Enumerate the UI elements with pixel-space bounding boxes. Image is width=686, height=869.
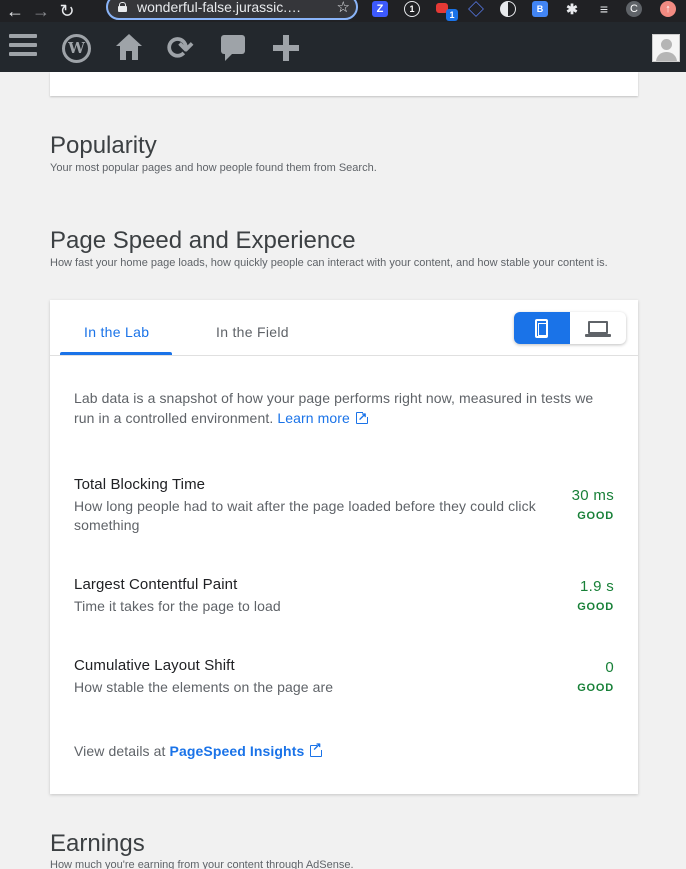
metric-value: 30 ms (571, 487, 614, 504)
metric-name: Largest Contentful Paint (74, 576, 238, 593)
external-link-icon[interactable] (310, 740, 325, 757)
puzzle-extensions-icon[interactable]: ✱ (564, 1, 580, 17)
previous-card (50, 72, 638, 96)
mobile-toggle-button[interactable] (514, 312, 570, 344)
profile-avatar[interactable]: C (626, 1, 642, 17)
wordpress-logo-icon[interactable]: W (62, 34, 91, 63)
update-icon[interactable]: ↑ (660, 1, 676, 17)
browser-toolbar: ← → ↻ wonderful-false.jurassic.… ☆ Z 1 1… (0, 0, 686, 22)
translate-extension-icon[interactable]: B (532, 1, 548, 17)
metric-value: 0 (605, 659, 614, 676)
metric-description: How stable the elements on the page are (74, 679, 334, 695)
device-toggle (514, 312, 626, 344)
metric-status-badge: GOOD (577, 510, 614, 522)
comment-icon[interactable] (221, 34, 245, 62)
page-speed-description: How fast your home page loads, how quick… (50, 257, 608, 269)
metric-value: 1.9 s (579, 578, 614, 595)
password-manager-extension-icon[interactable]: 1 (404, 1, 420, 17)
laptop-icon (585, 321, 611, 337)
reload-icon[interactable]: ↻ (56, 0, 78, 22)
page-speed-title: Page Speed and Experience (50, 227, 356, 254)
metric-status-badge: GOOD (577, 601, 614, 613)
lab-intro: Lab data is a snapshot of how your page … (74, 388, 614, 428)
extension-badge: 1 (446, 9, 458, 21)
view-details-text: View details at (74, 743, 166, 759)
back-arrow-icon[interactable]: ← (4, 0, 26, 22)
menu-icon[interactable] (9, 34, 37, 62)
metric-largest-contentful-paint: Largest Contentful Paint Time it takes f… (74, 576, 614, 616)
pagespeed-insights-link[interactable]: PageSpeed Insights (170, 743, 305, 759)
refresh-icon[interactable]: ⟳ (163, 32, 197, 64)
popularity-description: Your most popular pages and how people f… (50, 162, 377, 174)
tab-in-the-field[interactable]: In the Field (216, 324, 289, 340)
metric-name: Cumulative Layout Shift (74, 657, 235, 674)
learn-more-link[interactable]: Learn more (277, 410, 350, 426)
dark-mode-extension-icon[interactable] (500, 1, 516, 17)
earnings-description: How much you're earning from your conten… (50, 859, 354, 869)
external-link-icon[interactable] (355, 407, 370, 427)
bookmark-star-icon[interactable]: ☆ (337, 0, 350, 16)
metric-description: Time it takes for the page to load (74, 598, 281, 614)
active-tab-indicator (60, 352, 172, 355)
media-controls-icon[interactable]: ≡ (596, 1, 612, 17)
earnings-title: Earnings (50, 830, 145, 857)
popularity-title: Popularity (50, 132, 157, 159)
smartphone-icon (535, 319, 548, 338)
zotero-extension-icon[interactable]: Z (372, 1, 388, 17)
metric-total-blocking-time: Total Blocking Time How long people had … (74, 476, 614, 536)
metric-name: Total Blocking Time (74, 476, 206, 493)
wp-admin-bar: W ⟳ (0, 22, 686, 72)
address-bar-url[interactable]: wonderful-false.jurassic.… (137, 0, 301, 15)
metric-status-badge: GOOD (577, 682, 614, 694)
view-details: View details at PageSpeed Insights (74, 740, 325, 759)
desktop-toggle-button[interactable] (570, 312, 626, 344)
extension-icon-triangle[interactable] (468, 1, 484, 17)
metric-cumulative-layout-shift: Cumulative Layout Shift How stable the e… (74, 657, 614, 697)
tab-bar: In the Lab In the Field (50, 300, 638, 356)
address-bar[interactable]: wonderful-false.jurassic.… ☆ (106, 0, 358, 20)
new-content-icon[interactable] (272, 34, 300, 62)
forward-arrow-icon[interactable]: → (30, 0, 52, 22)
metric-description: How long people had to wait after the pa… (74, 498, 536, 533)
lock-icon (118, 2, 127, 12)
home-icon[interactable] (116, 34, 142, 62)
tab-in-the-lab[interactable]: In the Lab (84, 324, 149, 340)
user-avatar[interactable] (652, 34, 680, 62)
page-speed-card: In the Lab In the Field Lab data is a sn… (50, 300, 638, 794)
